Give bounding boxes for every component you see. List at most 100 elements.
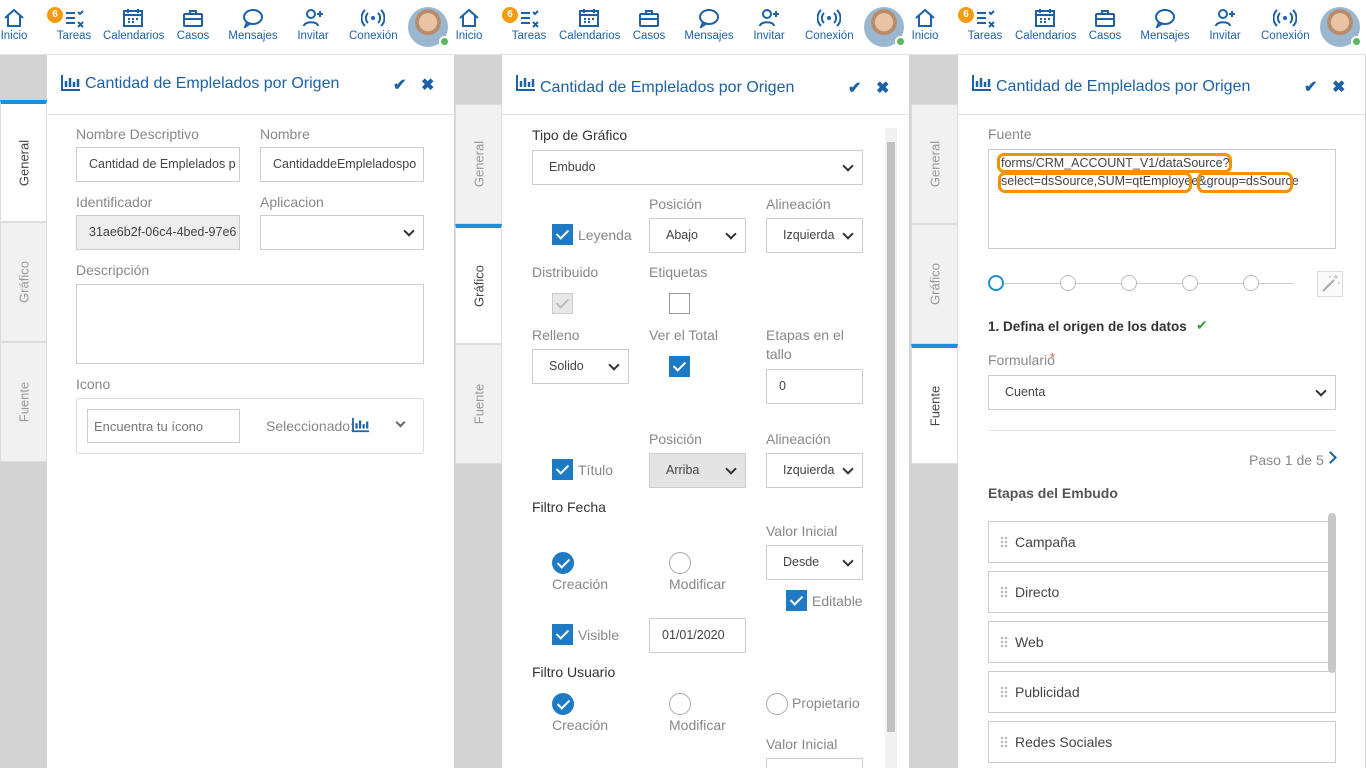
tab-general[interactable]: General (455, 104, 502, 224)
tipo-grafico-select[interactable]: Embudo (532, 150, 863, 185)
nav-casos[interactable]: Casos (1088, 8, 1122, 42)
step-2[interactable] (1060, 275, 1076, 291)
fecha-creacion-radio[interactable] (552, 552, 574, 574)
tab-grafico[interactable]: Gráfico (911, 224, 958, 344)
step-1[interactable] (988, 275, 1004, 291)
etapa-item[interactable]: Web (988, 621, 1336, 663)
close-icon[interactable]: ✖ (876, 78, 889, 98)
check-icon[interactable]: ✔ (1304, 77, 1317, 97)
nav-conexion[interactable]: Conexión (349, 8, 398, 42)
top-navigation-bar: Inicio 6 Tareas Calendarios Casos Mensaj… (455, 0, 911, 55)
visible-checkbox[interactable] (552, 624, 573, 645)
relleno-select[interactable]: Solido (532, 349, 629, 384)
aplicacion-select[interactable] (260, 215, 424, 250)
nav-invitar[interactable]: Invitar (296, 8, 330, 42)
titulo-posicion-select[interactable]: Arriba (649, 453, 746, 488)
usuario-propietario-radio[interactable] (766, 693, 788, 715)
step-3[interactable] (1121, 275, 1137, 291)
propietario-label: Propietario (792, 695, 860, 711)
chevron-right-icon[interactable] (1324, 451, 1337, 464)
nav-tareas[interactable]: 6 Tareas (47, 7, 93, 42)
etapa-item[interactable]: Campaña (988, 521, 1336, 563)
fecha-input[interactable]: 01/01/2020 (649, 618, 746, 653)
check-icon[interactable]: ✔ (848, 78, 861, 98)
valor-inicial-label: Valor Inicial (766, 523, 838, 539)
chevron-down-icon[interactable] (395, 417, 406, 428)
leyenda-checkbox[interactable] (552, 224, 573, 245)
etapas-tallo-input[interactable]: 0 (766, 369, 863, 404)
fuente-textarea[interactable]: forms/CRM_ACCOUNT_V1/dataSource? select=… (988, 149, 1336, 249)
nav-inicio[interactable]: Inicio (911, 8, 939, 42)
nav-label: Calendarios (559, 30, 621, 42)
avatar[interactable] (1320, 7, 1362, 47)
etapa-item[interactable]: Publicidad (988, 671, 1336, 713)
nav-calendarios[interactable]: Calendarios (1015, 8, 1076, 42)
nav-tareas[interactable]: 6 Tareas (958, 7, 1004, 42)
nav-tareas[interactable]: 6 Tareas (502, 7, 548, 42)
step-4[interactable] (1182, 275, 1198, 291)
formulario-select[interactable]: Cuenta (988, 375, 1336, 410)
leyenda-alineacion-select[interactable]: Izquierda (766, 218, 863, 253)
highlight-form-url (997, 153, 1232, 173)
tab-general[interactable]: General (0, 100, 47, 222)
avatar[interactable] (864, 7, 906, 47)
scroll-thumb[interactable] (1328, 513, 1336, 673)
nav-casos[interactable]: Casos (632, 8, 666, 42)
scroll-thumb[interactable] (887, 142, 895, 732)
usuario-modificar-radio[interactable] (669, 693, 691, 715)
nav-conexion[interactable]: Conexión (1261, 8, 1310, 42)
nav-conexion[interactable]: Conexión (805, 8, 854, 42)
etapa-label: Campaña (1015, 534, 1076, 550)
drag-handle-icon[interactable] (1000, 586, 1008, 598)
usuario-valor-inicial-label: Valor Inicial (766, 736, 838, 752)
etapa-item[interactable]: Directo (988, 571, 1336, 613)
etiquetas-checkbox[interactable] (669, 293, 690, 314)
nav-mensajes[interactable]: Mensajes (228, 8, 278, 42)
nav-inicio[interactable]: Inicio (0, 8, 28, 42)
ver-total-checkbox[interactable] (669, 356, 690, 377)
etapa-item[interactable]: Redes Sociales (988, 721, 1336, 763)
highlight-select (998, 172, 1192, 193)
nav-calendarios[interactable]: Calendarios (559, 8, 621, 42)
drag-handle-icon[interactable] (1000, 686, 1008, 698)
titulo-checkbox[interactable] (552, 459, 573, 480)
nav-inicio[interactable]: Inicio (455, 8, 483, 42)
tab-fuente[interactable]: Fuente (911, 344, 958, 464)
tab-fuente[interactable]: Fuente (0, 342, 47, 462)
nav-casos[interactable]: Casos (176, 8, 210, 42)
tab-general[interactable]: General (911, 104, 958, 224)
drag-handle-icon[interactable] (1000, 536, 1008, 548)
icon-search-input[interactable]: Encuentra tu ícono (87, 409, 240, 443)
avatar[interactable] (408, 7, 450, 47)
nav-label: Conexión (1261, 30, 1310, 42)
step-5[interactable] (1243, 275, 1259, 291)
scrollbar[interactable] (885, 128, 897, 768)
drag-handle-icon[interactable] (1000, 736, 1008, 748)
nav-invitar[interactable]: Invitar (1208, 8, 1242, 42)
nombre-descriptivo-input[interactable]: Cantidad de Emplelados p (76, 147, 240, 182)
tab-fuente[interactable]: Fuente (455, 344, 502, 464)
usuario-valor-inicial-select[interactable] (766, 758, 863, 768)
posicion-label: Posición (649, 196, 702, 212)
editable-checkbox[interactable] (786, 590, 807, 611)
nav-invitar[interactable]: Invitar (752, 8, 786, 42)
titulo-alineacion-select[interactable]: Izquierda (766, 453, 863, 488)
nav-mensajes[interactable]: Mensajes (684, 8, 734, 42)
fecha-modificar-radio[interactable] (669, 552, 691, 574)
nav-calendarios[interactable]: Calendarios (103, 8, 164, 42)
descripcion-textarea[interactable] (76, 284, 424, 364)
close-icon[interactable]: ✖ (1332, 77, 1345, 97)
wand-icon[interactable] (1317, 271, 1343, 297)
tab-grafico[interactable]: Gráfico (455, 224, 502, 344)
valor-inicial-select[interactable]: Desde (766, 545, 863, 580)
tab-grafico[interactable]: Gráfico (0, 222, 47, 342)
close-icon[interactable]: ✖ (421, 75, 434, 95)
usuario-modificar-label: Modificar (669, 717, 726, 733)
nombre-input[interactable]: CantidaddeEmpleladospo (260, 147, 424, 182)
usuario-creacion-radio[interactable] (552, 693, 574, 715)
filtro-usuario-label: Filtro Usuario (532, 664, 616, 680)
check-icon[interactable]: ✔ (393, 75, 406, 95)
drag-handle-icon[interactable] (1000, 636, 1008, 648)
leyenda-posicion-select[interactable]: Abajo (649, 218, 746, 253)
nav-mensajes[interactable]: Mensajes (1140, 8, 1190, 42)
